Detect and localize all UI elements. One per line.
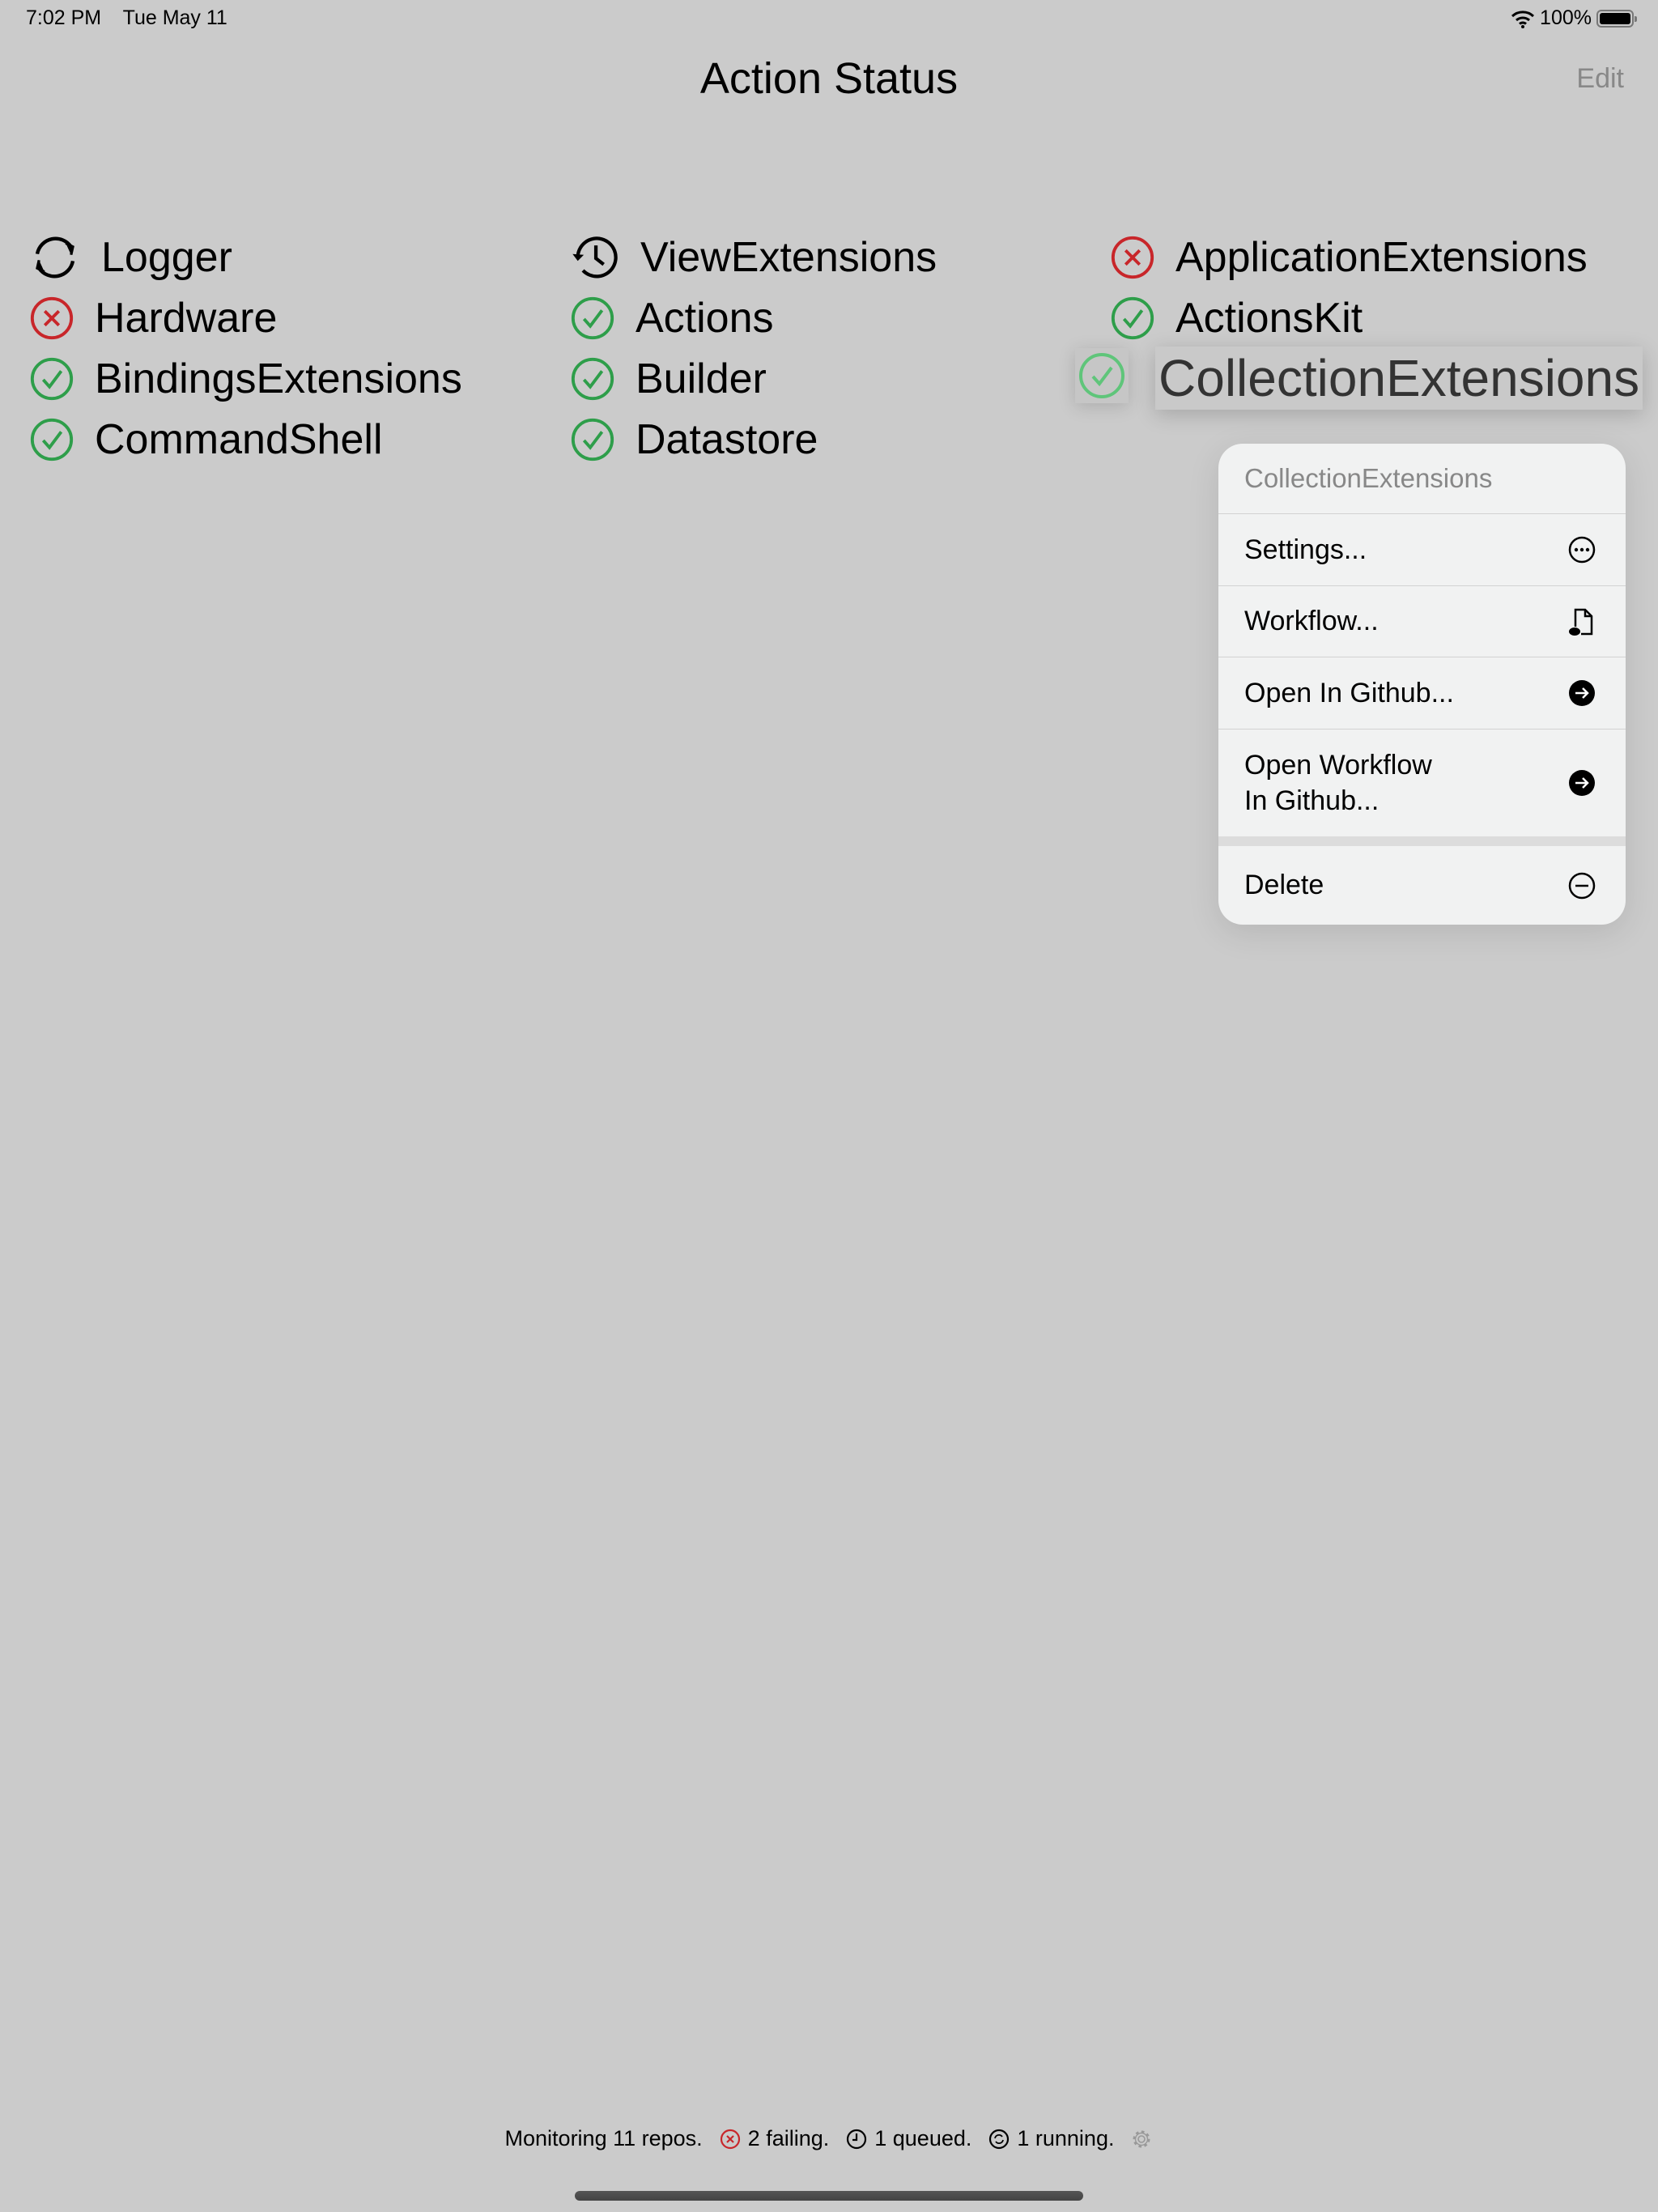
repo-item[interactable]: BindingsExtensions bbox=[28, 351, 462, 407]
running-icon bbox=[989, 2129, 1010, 2149]
menu-item-label: Open In Github... bbox=[1244, 677, 1454, 708]
menu-item-label: Open Workflow In Github... bbox=[1244, 750, 1432, 816]
status-time: 7:02 PM bbox=[26, 6, 102, 29]
menu-item-delete[interactable]: Delete bbox=[1218, 846, 1626, 925]
status-date: Tue May 11 bbox=[122, 6, 227, 29]
edit-button[interactable]: Edit bbox=[1576, 63, 1624, 95]
failing-count: 2 failing. bbox=[747, 2126, 830, 2150]
lifted-passing-icon bbox=[1075, 348, 1129, 403]
minus-circle-icon bbox=[1568, 872, 1596, 899]
menu-item-label: Workflow... bbox=[1244, 606, 1379, 636]
repo-name: Builder bbox=[636, 355, 767, 402]
gear-icon[interactable] bbox=[1130, 2128, 1153, 2150]
context-menu-title-text: CollectionExtensions bbox=[1244, 463, 1493, 493]
repo-item[interactable]: Hardware bbox=[28, 290, 277, 347]
menu-item-settings[interactable]: Settings... bbox=[1218, 514, 1626, 586]
lifted-repo-name[interactable]: CollectionExtensions bbox=[1155, 347, 1643, 410]
menu-item-label: Settings... bbox=[1244, 534, 1367, 565]
repo-item[interactable]: Logger bbox=[28, 229, 232, 286]
arrow-right-circle-fill-icon bbox=[1569, 680, 1595, 706]
passing-icon bbox=[571, 357, 614, 401]
running-count: 1 running. bbox=[1017, 2126, 1115, 2150]
context-menu: CollectionExtensions Settings... Workflo… bbox=[1218, 444, 1626, 925]
menu-item-open-workflow-in-github[interactable]: Open Workflow In Github... bbox=[1218, 730, 1626, 836]
home-indicator[interactable] bbox=[575, 2191, 1083, 2201]
doc-ellipsis-icon bbox=[1569, 608, 1593, 636]
repo-item[interactable]: Actions bbox=[569, 290, 774, 347]
repo-name: ViewExtensions bbox=[640, 234, 937, 281]
repo-item[interactable]: ActionsKit bbox=[1109, 290, 1363, 347]
clock-icon bbox=[847, 2129, 867, 2149]
repo-name: Logger bbox=[101, 234, 232, 281]
repo-name: ApplicationExtensions bbox=[1175, 234, 1588, 281]
failing-icon bbox=[1111, 236, 1154, 279]
passing-icon bbox=[571, 296, 614, 340]
repo-item[interactable]: Builder bbox=[569, 351, 767, 407]
battery-percent: 100% bbox=[1540, 6, 1592, 29]
repo-item[interactable]: ViewExtensions bbox=[569, 229, 937, 286]
status-bar-left: 7:02 PM Tue May 11 bbox=[26, 6, 244, 30]
menu-item-workflow[interactable]: Workflow... bbox=[1218, 586, 1626, 657]
clock-history-icon bbox=[572, 236, 618, 279]
repo-name: CommandShell bbox=[95, 416, 383, 463]
failing-icon bbox=[30, 296, 74, 340]
footer-summary: Monitoring 11 repos. 2 failing. 1 queued… bbox=[0, 2126, 1658, 2151]
passing-icon bbox=[30, 357, 74, 401]
passing-icon bbox=[571, 418, 614, 462]
failing-icon bbox=[720, 2129, 740, 2149]
page-title: Action Status bbox=[699, 54, 959, 103]
status-bar-right: 100% bbox=[1511, 6, 1637, 30]
running-icon bbox=[35, 236, 75, 279]
repo-item[interactable]: Datastore bbox=[569, 411, 818, 468]
wifi-icon bbox=[1511, 10, 1535, 28]
repo-name: Datastore bbox=[636, 416, 818, 463]
passing-icon bbox=[30, 418, 74, 462]
failing-summary: 2 failing. bbox=[719, 2126, 830, 2151]
context-menu-title: CollectionExtensions bbox=[1218, 444, 1626, 514]
queued-summary: 1 queued. bbox=[845, 2126, 971, 2151]
repo-item[interactable]: ApplicationExtensions bbox=[1109, 229, 1588, 286]
battery-icon bbox=[1596, 9, 1637, 28]
menu-separator bbox=[1218, 836, 1626, 846]
menu-item-label: Delete bbox=[1244, 870, 1324, 900]
repo-name: Actions bbox=[636, 295, 774, 342]
ellipsis-circle-icon bbox=[1568, 536, 1596, 564]
repo-name: Hardware bbox=[95, 295, 278, 342]
repo-item[interactable]: CommandShell bbox=[28, 411, 383, 468]
monitoring-text: Monitoring 11 repos. bbox=[504, 2126, 703, 2150]
repo-name: ActionsKit bbox=[1175, 295, 1363, 342]
passing-icon bbox=[1111, 296, 1154, 340]
running-summary: 1 running. bbox=[988, 2126, 1114, 2151]
menu-item-open-in-github[interactable]: Open In Github... bbox=[1218, 657, 1626, 730]
repo-name: BindingsExtensions bbox=[95, 355, 462, 402]
queued-count: 1 queued. bbox=[874, 2126, 972, 2150]
arrow-right-circle-fill-icon bbox=[1569, 770, 1595, 796]
